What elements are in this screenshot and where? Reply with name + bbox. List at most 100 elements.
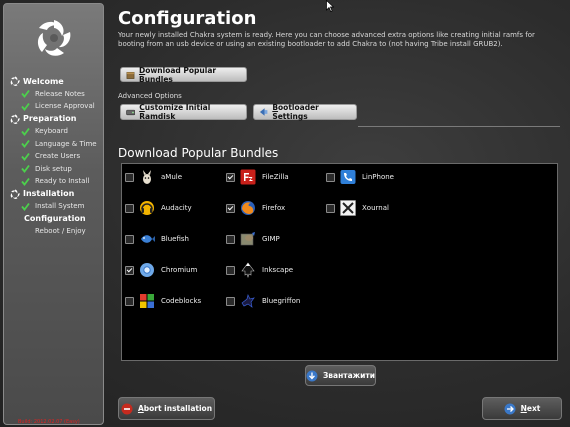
step-label-create-users: Create Users [35, 152, 81, 160]
next-icon [504, 403, 516, 414]
build-label: Build: 2012.02.07 (Easy) [18, 419, 80, 425]
inkscape-icon [241, 262, 255, 278]
bluegriffon-icon [241, 293, 255, 308]
linphone-checkbox[interactable] [326, 172, 335, 182]
download-label: Звантажити [322, 371, 375, 380]
xournal-label: Xournal [362, 204, 389, 212]
audacity-checkbox[interactable] [125, 203, 134, 213]
bundle-linphone[interactable]: LinPhone [326, 169, 394, 185]
audacity-icon [140, 201, 154, 215]
bluegriffon-label: Bluegriffon [262, 297, 301, 305]
bundle-bluefish[interactable]: Bluefish [125, 231, 189, 247]
download-button[interactable]: Звантажити [305, 365, 376, 386]
codeblocks-label: Codeblocks [161, 297, 202, 305]
filezilla-icon [240, 169, 256, 185]
step-label-language-time: Language & Time [35, 139, 97, 148]
bluefish-checkbox[interactable] [125, 234, 134, 244]
step-item-license-approval: License Approval [10, 100, 104, 112]
gimp-checkbox[interactable] [226, 234, 235, 244]
chakra-step-icon [10, 76, 20, 86]
next-label: ext [526, 404, 541, 413]
step-item-create-users: Create Users [10, 150, 104, 162]
step-label-disk-setup: Disk setup [35, 164, 72, 173]
firefox-checkbox[interactable] [226, 203, 235, 213]
bundle-chromium[interactable]: Chromium [125, 262, 197, 278]
bluegriffon-checkbox[interactable] [226, 296, 235, 306]
abort-installation-button[interactable]: Abort installation [118, 397, 215, 420]
step-item-release-notes: Release Notes [10, 88, 104, 100]
bundle-firefox[interactable]: Firefox [226, 200, 285, 216]
package-icon [126, 71, 135, 79]
drive-icon [126, 109, 136, 116]
bundles-section-title: Download Popular Bundles [118, 146, 279, 160]
mouse-cursor-icon [326, 0, 334, 12]
bootloader-label: ootloader Settings [272, 103, 319, 121]
step-label-reboot-enjoy: Reboot / Enjoy [35, 227, 86, 235]
amule-icon [143, 170, 151, 184]
amule-checkbox[interactable] [125, 172, 134, 182]
xournal-checkbox[interactable] [326, 203, 335, 213]
bundle-filezilla[interactable]: FileZilla [226, 169, 289, 185]
download-icon [306, 370, 318, 381]
step-list: Welcome Release Notes License Approval Prep… [10, 75, 104, 238]
bundle-amule[interactable]: aMule [125, 169, 182, 185]
next-button[interactable]: Next [482, 397, 562, 420]
codeblocks-icon [140, 294, 154, 308]
linphone-label: LinPhone [362, 173, 394, 181]
step-label-license-approval: License Approval [35, 102, 95, 110]
download-bundles-button[interactable]: Download Popular Bundles [120, 65, 247, 84]
abort-icon [121, 403, 133, 414]
divider [358, 126, 560, 127]
step-label-install-system: Install System [35, 202, 85, 210]
checkmark-icon [21, 164, 30, 173]
step-section-welcome: Welcome [10, 75, 104, 87]
codeblocks-checkbox[interactable] [125, 296, 134, 306]
audacity-label: Audacity [161, 204, 192, 212]
bundle-inkscape[interactable]: Inkscape [226, 262, 293, 278]
step-section-configuration: Configuration [10, 213, 104, 225]
page-title: Configuration [118, 8, 257, 29]
customize-ramdisk-button[interactable]: Customize Initial Ramdisk [120, 103, 247, 121]
bundle-gimp[interactable]: GIMP [226, 231, 280, 247]
checkmark-icon [21, 89, 30, 98]
download-bundles-label: ownload Popular Bundles [138, 65, 217, 84]
sidebar: Welcome Release Notes License Approval Prep… [3, 3, 104, 425]
chakra-logo-icon [37, 20, 71, 56]
step-label-ready-to-install: Ready to Install [35, 177, 90, 185]
filezilla-checkbox[interactable] [226, 172, 235, 182]
step-section-installation: Installation [10, 188, 104, 200]
filezilla-label: FileZilla [262, 173, 289, 181]
step-label-welcome: Welcome [23, 76, 64, 86]
step-item-reboot-enjoy: Reboot / Enjoy [10, 225, 104, 237]
step-item-disk-setup: Disk setup [10, 163, 104, 175]
bundle-xournal[interactable]: Xournal [326, 200, 389, 216]
page-description: Your newly installed Chakra system is re… [118, 31, 535, 48]
step-label-configuration: Configuration [24, 214, 86, 223]
checkmark-icon [21, 202, 30, 211]
xournal-icon [340, 200, 356, 216]
bluefish-icon [141, 235, 155, 243]
step-section-preparation: Preparation [10, 113, 104, 125]
chromium-label: Chromium [161, 266, 198, 274]
checkmark-icon [21, 102, 30, 111]
checkmark-icon [21, 127, 30, 136]
amule-label: aMule [161, 173, 183, 181]
inkscape-checkbox[interactable] [226, 265, 235, 275]
bundle-codeblocks[interactable]: Codeblocks [125, 293, 201, 309]
ramdisk-label: ustomize Initial Ramdisk [139, 103, 211, 121]
bluefish-label: Bluefish [161, 235, 189, 243]
abort-label: bort installation [143, 404, 213, 413]
bootloader-settings-button[interactable]: Bootloader Settings [253, 103, 357, 121]
linphone-icon [340, 170, 356, 184]
bundle-bluegriffon[interactable]: Bluegriffon [226, 293, 300, 309]
gimp-icon [240, 232, 255, 246]
chromium-checkbox[interactable] [125, 265, 134, 275]
step-item-install-system: Install System [10, 200, 104, 212]
inkscape-label: Inkscape [262, 266, 294, 274]
step-label-keyboard: Keyboard [35, 127, 68, 135]
step-label-release-notes: Release Notes [35, 89, 85, 98]
step-item-ready-to-install: Ready to Install [10, 175, 104, 187]
step-item-language-time: Language & Time [10, 138, 104, 150]
gimp-label: GIMP [262, 235, 280, 243]
bundle-audacity[interactable]: Audacity [125, 200, 192, 216]
